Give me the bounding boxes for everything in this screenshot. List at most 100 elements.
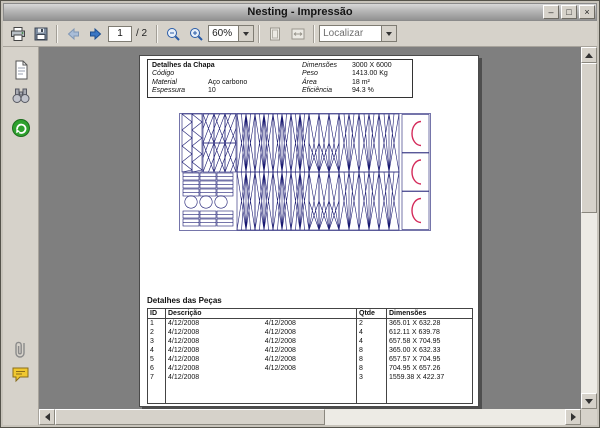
sidebar [3,47,39,425]
zoom-out-icon [165,26,181,42]
horizontal-scrollbar[interactable] [39,409,581,425]
close-button[interactable]: × [579,5,595,19]
refresh-button[interactable] [10,117,32,139]
cell-id: 1 [148,319,166,329]
desc-text: 4/12/2008 [168,338,199,345]
table-row: 1 4/12/20084/12/2008 2 365.01 X 632.28 [148,319,473,329]
app-body: Detalhes da Chapa Dimensões 3000 X 6000 … [3,47,597,425]
detail-label: Eficiência [302,87,352,95]
comment-icon [10,363,32,385]
fit-width-icon [290,26,306,42]
detail-value: 1413.00 Kg [352,70,408,78]
cell-qty: 8 [357,364,387,373]
comments-button[interactable] [10,363,32,385]
cell-desc: 4/12/20084/12/2008 [166,346,357,355]
desc-text: 4/12/2008 [168,356,199,363]
desc-text: 4/12/2008 [168,329,199,336]
col-header-id: ID [148,309,166,319]
detail-label: Código [152,70,208,78]
cell-id: 5 [148,355,166,364]
find-button[interactable] [10,85,32,107]
scroll-up-button[interactable] [581,47,597,63]
cell-id: 3 [148,337,166,346]
col-header-dims: Dimensões [387,309,473,319]
table-row: 2 4/12/20084/12/2008 4 612.11 X 639.78 [148,328,473,337]
zoom-select[interactable]: 60% [208,25,254,42]
cell-dims: 365.00 X 632.33 [387,346,473,355]
print-button[interactable] [7,23,29,45]
find-dropdown-button[interactable] [381,26,396,41]
cell-id: 7 [148,373,166,382]
cell-dims: 704.95 X 657.26 [387,364,473,373]
window-controls: – □ × [543,5,595,19]
desc2-text: 4/12/2008 [265,355,296,364]
fit-page-icon [267,26,283,42]
next-page-button[interactable] [85,23,107,45]
cell-qty: 4 [357,328,387,337]
chevron-down-icon [243,32,249,36]
table-filler-row [148,382,473,404]
fit-width-button[interactable] [287,23,309,45]
chevron-down-icon [386,32,392,36]
sheet-details-panel: Detalhes da Chapa Dimensões 3000 X 6000 … [147,59,413,98]
app-window: Nesting - Impressão – □ × [0,0,600,428]
detail-label: Material [152,79,208,87]
cell-qty: 3 [357,373,387,382]
cell-desc: 4/12/20084/12/2008 [166,364,357,373]
detail-label: Espessura [152,87,208,95]
maximize-button[interactable]: □ [561,5,577,19]
zoom-dropdown-button[interactable] [238,26,253,41]
arrow-up-icon [585,53,593,58]
floppy-icon [33,26,49,42]
desc-text: 4/12/2008 [168,374,199,381]
find-combo[interactable]: Localizar [319,25,397,42]
cell-dims: 365.01 X 632.28 [387,319,473,329]
attachments-button[interactable] [10,339,32,361]
table-row: 7 4/12/2008 3 1559.38 X 422.37 [148,373,473,382]
zoom-in-button[interactable] [185,23,207,45]
detail-label: Peso [302,70,352,78]
page-number-input[interactable]: 1 [108,26,132,42]
vertical-scroll-thumb[interactable] [581,63,597,213]
detail-value: 18 m² [352,79,408,87]
find-input[interactable]: Localizar [320,28,381,39]
cell-dims: 657.57 X 704.95 [387,355,473,364]
page-total-label: / 2 [136,28,147,39]
table-row: 4 4/12/20084/12/2008 8 365.00 X 632.33 [148,346,473,355]
arrow-left-icon [45,413,50,421]
preview-column: Detalhes da Chapa Dimensões 3000 X 6000 … [39,47,597,425]
desc-text: 4/12/2008 [168,320,199,327]
print-preview-area: Detalhes da Chapa Dimensões 3000 X 6000 … [39,47,581,409]
scroll-left-button[interactable] [39,409,55,425]
titlebar[interactable]: Nesting - Impressão – □ × [3,3,597,21]
fit-page-button[interactable] [264,23,286,45]
cell-dims: 1559.38 X 422.37 [387,373,473,382]
horizontal-scroll-thumb[interactable] [55,409,325,425]
toolbar-separator [156,25,158,43]
desc2-text: 4/12/2008 [265,319,296,328]
zoom-out-button[interactable] [162,23,184,45]
arrow-right-icon [571,413,576,421]
minimize-button[interactable]: – [543,5,559,19]
scroll-right-button[interactable] [565,409,581,425]
table-row: 5 4/12/20084/12/2008 8 657.57 X 704.95 [148,355,473,364]
toolbar: 1 / 2 60% [3,21,597,47]
vertical-scrollbar[interactable] [581,47,597,409]
previous-page-button[interactable] [62,23,84,45]
toolbar-separator [258,25,260,43]
document-icon [10,59,32,81]
detail-value [208,70,302,78]
scroll-down-button[interactable] [581,393,597,409]
document-map-button[interactable] [10,59,32,81]
cell-qty: 8 [357,346,387,355]
desc2-text: 4/12/2008 [265,337,296,346]
nesting-layout-drawing [179,113,431,231]
col-header-desc: Descrição [166,309,357,319]
cell-id: 6 [148,364,166,373]
cell-id: 4 [148,346,166,355]
printer-icon [10,26,26,42]
arrow-down-icon [585,399,593,404]
save-button[interactable] [30,23,52,45]
desc2-text: 4/12/2008 [265,364,296,373]
cell-id: 2 [148,328,166,337]
